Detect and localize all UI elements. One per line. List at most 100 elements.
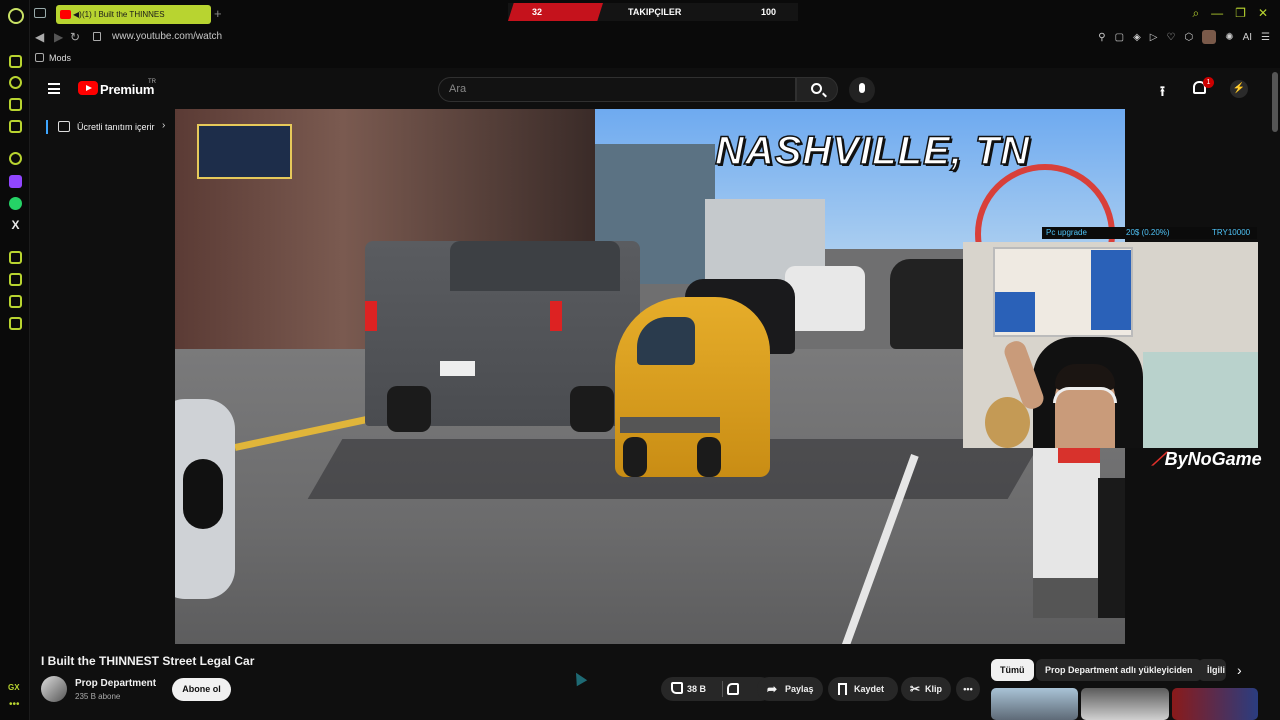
address-bar: ◀ ▶ ↻ www.youtube.com/watch ⚲ ▢ ◈ ▷ ♡ ⬡ … [30,28,1280,48]
screen: X GX ••• ◀) (1) I Built the THINNES + 32… [0,0,1280,720]
bookmarks-bar: Mods [30,48,1280,68]
search-button[interactable] [796,77,838,102]
gx-player-icon[interactable] [9,273,22,286]
search-tabs-icon[interactable]: ⌕ [1192,6,1199,21]
speaker-icon[interactable]: ◀) [73,5,82,24]
like-icon[interactable] [671,682,683,694]
page-scrollbar[interactable] [1270,68,1280,720]
mic-icon[interactable] [849,77,875,103]
chevron-right-icon: › [162,120,166,131]
bookmark-mods[interactable]: Mods [49,53,71,63]
save-icon [838,683,847,695]
pin-icon[interactable]: ⚲ [1098,32,1105,43]
tab-switcher-icon[interactable] [34,8,46,18]
chip-related[interactable]: İlgili [1198,659,1226,681]
search-box [438,77,796,102]
menu-icon[interactable] [48,83,60,94]
video-location-caption: NASHVILLE, TN [714,128,1031,174]
video-pickup-truck [365,241,640,432]
video-neon-sign [197,124,292,179]
account-avatar[interactable]: ⚡ [1230,80,1248,98]
opera-gx-logo-icon[interactable] [8,8,24,24]
gx-label[interactable]: GX [8,683,20,692]
secondary-camera-frame [1098,478,1125,618]
channel-avatar[interactable] [41,676,67,702]
youtube-premium-label[interactable]: Premium [100,82,154,97]
window-controls: ⌕ — ❐ ✕ [1192,6,1268,21]
gx-shield-icon[interactable] [9,120,22,133]
gx-hex-icon[interactable] [9,295,22,308]
lock-icon[interactable] [93,32,101,41]
share-label: Paylaş [785,684,814,694]
maximize-icon[interactable]: ❐ [1235,6,1246,21]
recommended-thumbnail[interactable] [1172,688,1258,720]
gx-more-icon[interactable]: ••• [9,699,20,710]
clip-button[interactable]: ✂ Klip [901,677,951,701]
donation-goal: TRY10000 [1212,228,1251,237]
dislike-icon[interactable] [727,683,739,695]
streamer-webcam [963,242,1258,448]
recommended-thumbnail[interactable] [991,688,1078,720]
back-icon[interactable]: ◀ [35,30,44,44]
chip-all[interactable]: Tümü [991,659,1034,681]
tab-bar: ◀) (1) I Built the THINNES + 32 TAKIPÇIL… [30,0,1280,28]
mouse-cursor-icon [570,669,588,687]
more-icon[interactable]: ••• [956,677,980,701]
twitch-icon[interactable] [9,175,22,188]
save-label: Kaydet [854,684,885,694]
paid-promotion-notice[interactable]: Ücretli tanıtım içerir › [46,120,171,134]
chevron-right-icon[interactable]: › [1237,662,1242,678]
share-button[interactable]: ➦ Paylaş [757,677,823,701]
gx-cleaner-icon[interactable] [9,98,22,111]
vpn-icon[interactable]: ⬡ [1184,32,1193,43]
play-icon[interactable]: ▷ [1150,32,1158,43]
whatsapp-icon[interactable] [9,197,22,210]
video-title: I Built the THINNEST Street Legal Car [41,654,255,668]
save-button[interactable]: Kaydet [828,677,898,701]
scrollbar-thumb[interactable] [1272,72,1278,132]
recommended-thumbnail[interactable] [1081,688,1169,720]
video-white-suv [785,266,865,331]
follower-goal-overlay: 32 TAKIPÇILER 100 [508,3,798,21]
heart-icon[interactable]: ♡ [1166,32,1175,43]
url-field[interactable]: www.youtube.com/watch [112,31,222,42]
upload-icon[interactable]: ⭱ [1160,81,1165,105]
chip-from-uploader[interactable]: Prop Department adlı yükleyiciden [1036,659,1202,681]
channel-name[interactable]: Prop Department [75,678,156,689]
subscriber-count: 235 B abone [75,692,121,701]
gx-settings-icon[interactable] [9,76,22,89]
new-tab-button[interactable]: + [214,6,222,21]
minimize-icon[interactable]: — [1211,6,1223,21]
share-icon: ➦ [767,682,778,696]
youtube-logo-icon[interactable] [78,81,98,95]
youtube-favicon-icon [60,10,71,19]
gx-cube-icon[interactable] [9,251,22,264]
gx-tile-icon[interactable] [9,317,22,330]
secondary-camera [1033,448,1100,618]
notification-badge: 1 [1203,77,1214,88]
subscribe-button[interactable]: Abone ol [172,678,231,701]
promotion-label: Ücretli tanıtım içerir [77,122,155,132]
clip-icon: ✂ [910,682,921,696]
profile-avatar[interactable] [1202,30,1217,44]
close-icon[interactable]: ✕ [1258,6,1268,21]
search-input[interactable] [449,83,779,95]
like-dislike-group: 38 B [661,677,772,701]
easy-setup-icon[interactable]: ☰ [1261,32,1270,43]
shield-icon[interactable]: ◈ [1133,32,1141,43]
donation-label: Pc upgrade [1046,228,1087,237]
x-twitter-icon[interactable]: X [9,219,22,232]
forward-icon[interactable]: ▶ [54,30,63,44]
donation-progress: 20$ (0.20%) [1126,228,1170,237]
tab-active[interactable]: ◀) (1) I Built the THINNES [56,5,211,24]
reload-icon[interactable]: ↻ [70,30,80,44]
gx-control-icon[interactable] [9,55,22,68]
aria-ai-button[interactable]: AI [1243,32,1252,43]
snapshot-icon[interactable]: ▢ [1115,32,1124,43]
streamer-brand-logo: ⟋ByNoGame [1152,449,1262,469]
clip-label: Klip [925,684,942,694]
video-silver-car [175,399,235,599]
gx-history-icon[interactable] [9,152,22,165]
like-count[interactable]: 38 B [687,677,706,701]
extension-icon[interactable]: ✺ [1225,32,1233,43]
